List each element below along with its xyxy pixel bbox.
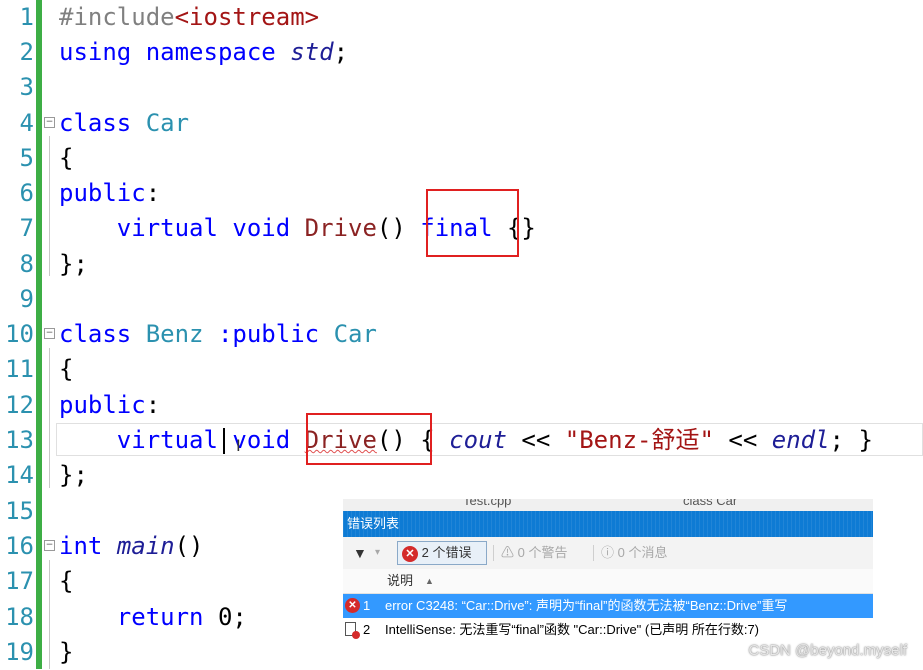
code-text: public: xyxy=(59,391,161,419)
code-line-3[interactable]: 3 xyxy=(0,70,923,105)
error-row[interactable]: 2 IntelliSense: 无法重写“final”函数 "Car::Driv… xyxy=(343,618,873,642)
collapse-icon[interactable]: − xyxy=(44,540,55,551)
line-number: 4 xyxy=(19,109,34,137)
code-text: } xyxy=(59,638,74,666)
error-row-number: 1 xyxy=(363,598,371,613)
line-number: 3 xyxy=(19,73,34,101)
code-line-14[interactable]: 14 }; xyxy=(0,458,923,493)
error-row-description: IntelliSense: 无法重写“final”函数 "Car::Drive"… xyxy=(385,622,760,637)
code-line-12[interactable]: 12 public: xyxy=(0,388,923,423)
panel-title: 错误列表 xyxy=(343,511,873,537)
code-text: { xyxy=(59,567,74,595)
code-line-4[interactable]: 4 − class Car xyxy=(0,106,923,141)
collapse-icon[interactable]: − xyxy=(44,328,55,339)
code-line-5[interactable]: 5 { xyxy=(0,141,923,176)
line-number: 15 xyxy=(5,497,34,525)
toolbar-separator xyxy=(493,545,494,561)
line-number: 9 xyxy=(19,285,34,313)
errors-filter-button[interactable]: ✕ 2 个错误 xyxy=(397,541,487,565)
ibeam-cursor-icon: I xyxy=(236,436,241,455)
error-row-description: error C3248: “Car::Drive”: 声明为“final”的函数… xyxy=(385,598,788,613)
line-number: 5 xyxy=(19,144,34,172)
line-number: 11 xyxy=(5,355,34,383)
code-text: }; xyxy=(59,461,88,489)
line-number: 16 xyxy=(5,532,34,560)
code-text: }; xyxy=(59,250,88,278)
code-text: return 0; xyxy=(116,603,247,631)
warnings-count-label: 0 个警告 xyxy=(517,545,568,560)
error-icon: ✕ xyxy=(345,598,360,613)
filter-icon[interactable]: ▼ xyxy=(353,537,367,569)
line-number: 2 xyxy=(19,38,34,66)
annotation-box-final xyxy=(426,189,519,257)
toolbar-separator xyxy=(593,545,594,561)
annotation-box-drive xyxy=(306,413,432,465)
sort-ascending-icon: ▲ xyxy=(425,576,434,586)
code-line-1[interactable]: 1 #include<iostream> xyxy=(0,0,923,35)
collapse-icon[interactable]: − xyxy=(44,117,55,128)
line-number: 7 xyxy=(19,214,34,242)
messages-count-label: 0 个消息 xyxy=(617,545,668,560)
code-line-13[interactable]: 13 virtual void Drive() { cout << "Benz-… xyxy=(0,423,923,458)
background-code: class Car xyxy=(683,499,738,508)
line-number: 6 xyxy=(19,179,34,207)
error-row[interactable]: ✕ 1 error C3248: “Car::Drive”: 声明为“final… xyxy=(343,594,873,618)
code-text: #include<iostream> xyxy=(59,3,320,31)
column-header-row: 说明 ▲ xyxy=(343,569,873,594)
info-icon: ⓘ xyxy=(601,545,615,560)
code-text: { xyxy=(59,355,74,383)
text-caret xyxy=(223,428,225,454)
line-number: 10 xyxy=(5,320,34,348)
line-number: 12 xyxy=(5,391,34,419)
line-number: 17 xyxy=(5,567,34,595)
code-line-10[interactable]: 10 − class Benz :public Car xyxy=(0,317,923,352)
line-number: 13 xyxy=(5,426,34,454)
intellisense-error-icon xyxy=(345,622,360,639)
code-text: class Car xyxy=(59,109,190,137)
code-line-2[interactable]: 2 using namespace std; xyxy=(0,35,923,70)
messages-filter-button[interactable]: ⓘ 0 个消息 xyxy=(601,537,667,569)
line-number: 8 xyxy=(19,250,34,278)
error-list-panel: Test.cpp class Car 错误列表 ▼ ▾ ✕ 2 个错误 ⚠ 0 … xyxy=(343,499,873,651)
filter-dropdown-arrow[interactable]: ▾ xyxy=(375,537,380,569)
errors-count-label: 2 个错误 xyxy=(421,545,472,560)
code-line-9[interactable]: 9 xyxy=(0,282,923,317)
line-number: 1 xyxy=(19,3,34,31)
background-tab-strip: Test.cpp class Car xyxy=(343,499,873,511)
code-text: int main() xyxy=(59,532,204,560)
warning-icon: ⚠ xyxy=(501,545,515,560)
warnings-filter-button[interactable]: ⚠ 0 个警告 xyxy=(501,537,567,569)
watermark: CSDN @beyond.myself xyxy=(748,642,907,659)
column-header-description[interactable]: 说明 xyxy=(387,569,413,593)
error-list-toolbar: ▼ ▾ ✕ 2 个错误 ⚠ 0 个警告 ⓘ 0 个消息 xyxy=(343,537,873,570)
code-text: using namespace std; xyxy=(59,38,349,66)
code-text: virtual void Drive() { cout << "Benz-舒适"… xyxy=(116,426,873,454)
code-text: public: xyxy=(59,179,161,207)
background-tab: Test.cpp xyxy=(463,499,512,508)
code-text: { xyxy=(59,144,74,172)
line-number: 18 xyxy=(5,603,34,631)
error-icon: ✕ xyxy=(402,545,418,562)
line-number: 14 xyxy=(5,461,34,489)
error-row-number: 2 xyxy=(363,622,371,637)
code-line-11[interactable]: 11 { xyxy=(0,352,923,387)
code-text: class Benz :public Car xyxy=(59,320,377,348)
line-number: 19 xyxy=(5,638,34,666)
